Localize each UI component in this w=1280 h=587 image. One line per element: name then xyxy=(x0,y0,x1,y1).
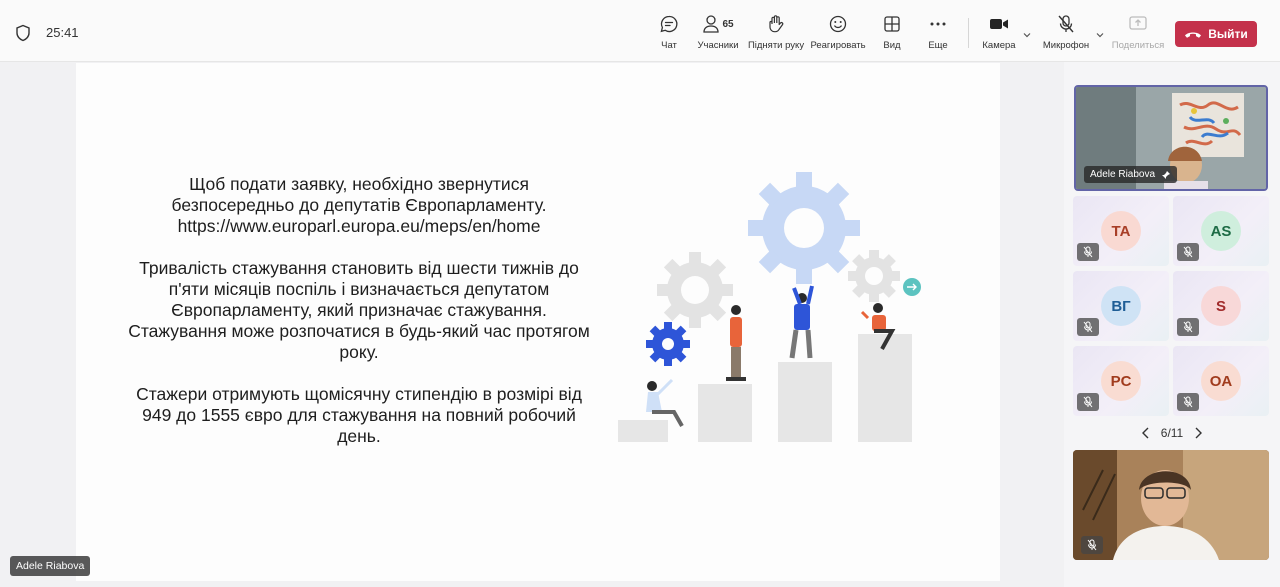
more-label: Еще xyxy=(928,40,948,51)
participants-count: 65 xyxy=(722,18,734,30)
leave-label: Выйти xyxy=(1208,27,1248,41)
spotlight-name-tag: Adele Riabova xyxy=(1084,166,1178,183)
chat-label: Чат xyxy=(661,40,677,51)
people-icon xyxy=(703,15,720,33)
microphone-label: Микрофон xyxy=(1042,40,1090,51)
leave-button[interactable]: Выйти xyxy=(1175,21,1257,47)
more-button[interactable]: Еще xyxy=(924,12,952,56)
chat-icon xyxy=(660,15,678,33)
mic-muted-icon xyxy=(1081,536,1103,554)
participant-tile[interactable]: ВГ xyxy=(1073,271,1169,341)
meeting-timer: 25:41 xyxy=(46,25,79,40)
share-screen-icon xyxy=(1129,16,1147,30)
microphone-off-icon xyxy=(1058,15,1074,33)
microphone-button[interactable]: Микрофон xyxy=(1042,12,1090,56)
pin-icon xyxy=(1162,170,1171,179)
camera-button[interactable]: Камера xyxy=(982,12,1016,56)
mic-muted-icon xyxy=(1077,318,1099,336)
participant-tile[interactable]: TA xyxy=(1073,196,1169,266)
participant-pagination: 6/11 xyxy=(1140,426,1204,440)
participant-tile[interactable]: PC xyxy=(1073,346,1169,416)
avatar: AS xyxy=(1201,211,1241,251)
teamwork-gears-illustration xyxy=(618,172,921,442)
avatar: PC xyxy=(1101,361,1141,401)
raise-hand-button[interactable]: Підняти руку xyxy=(748,12,804,56)
share-button[interactable]: Поделиться xyxy=(1111,12,1165,56)
presenter-name-tag: Adele Riabova xyxy=(10,556,91,576)
participant-tile[interactable]: S xyxy=(1173,271,1269,341)
camera-options-chevron-icon[interactable] xyxy=(1022,30,1032,40)
camera-icon xyxy=(990,19,1008,29)
share-label: Поделиться xyxy=(1111,40,1165,51)
more-icon xyxy=(930,22,946,26)
participant-tile[interactable]: OA xyxy=(1173,346,1269,416)
participants-label: Учасники xyxy=(697,40,739,51)
microphone-options-chevron-icon[interactable] xyxy=(1095,30,1105,40)
mic-muted-icon xyxy=(1177,393,1199,411)
camera-label: Камера xyxy=(982,40,1016,51)
chevron-right-icon[interactable] xyxy=(1192,426,1204,440)
mic-muted-icon xyxy=(1177,318,1199,336)
avatar: OA xyxy=(1201,361,1241,401)
meeting-toolbar: 25:41 Чат 65 Учасники Підняти руку Реаги… xyxy=(0,0,1280,62)
spotlight-name: Adele Riabova xyxy=(1090,169,1156,180)
slide-text: Щоб подати заявку, необхідно звернутися … xyxy=(128,174,590,468)
react-label: Реагировать xyxy=(810,40,866,51)
participant-tile[interactable]: AS xyxy=(1173,196,1269,266)
chat-button[interactable]: Чат xyxy=(652,12,686,56)
mic-muted-icon xyxy=(1077,393,1099,411)
chevron-left-icon[interactable] xyxy=(1140,426,1152,440)
view-button[interactable]: Вид xyxy=(878,12,906,56)
self-video-tile[interactable] xyxy=(1073,450,1269,560)
mic-muted-icon xyxy=(1077,243,1099,261)
hang-up-icon xyxy=(1185,32,1202,38)
emoji-icon xyxy=(829,15,847,33)
react-button[interactable]: Реагировать xyxy=(810,12,866,56)
raise-hand-label: Підняти руку xyxy=(747,40,805,51)
shield-icon xyxy=(16,24,30,42)
slide-paragraph: Щоб подати заявку, необхідно звернутися … xyxy=(171,174,547,236)
participants-button[interactable]: 65 Учасники xyxy=(696,12,740,56)
slide-paragraph: Тривалість стажування становить від шест… xyxy=(128,258,590,362)
slide-paragraph: Стажери отримують щомісячну стипендію в … xyxy=(136,384,582,446)
toolbar-divider xyxy=(968,18,969,48)
grid-icon xyxy=(884,16,900,32)
page-indicator: 6/11 xyxy=(1160,426,1184,440)
view-label: Вид xyxy=(883,40,901,51)
avatar: TA xyxy=(1101,211,1141,251)
mic-muted-icon xyxy=(1177,243,1199,261)
hand-icon xyxy=(769,15,784,33)
avatar: S xyxy=(1201,286,1241,326)
spotlight-video-tile[interactable]: Adele Riabova xyxy=(1074,85,1268,191)
avatar: ВГ xyxy=(1101,286,1141,326)
